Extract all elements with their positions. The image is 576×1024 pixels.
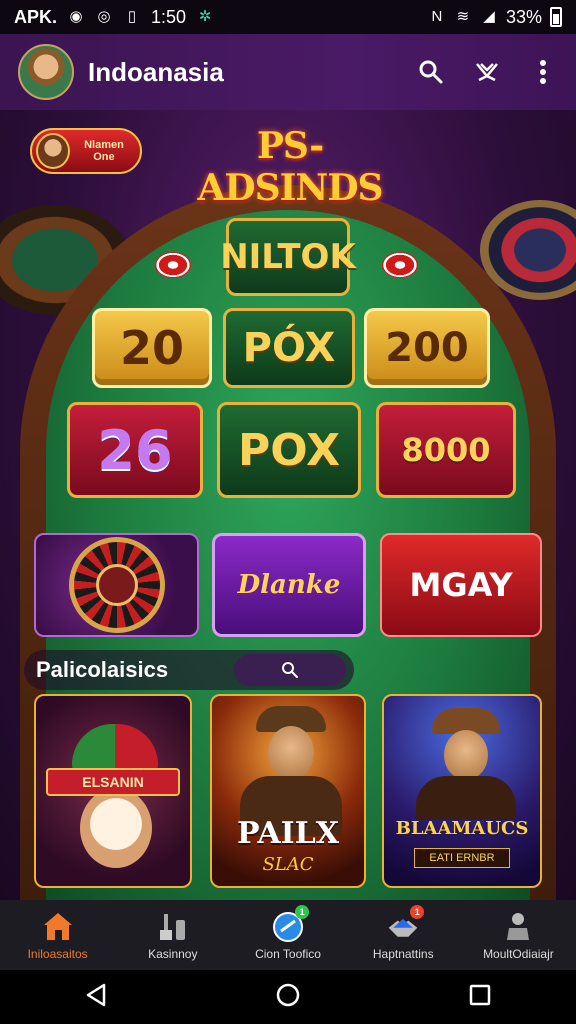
favorite-button[interactable] <box>472 57 502 87</box>
tile-row2-c[interactable]: 8000 <box>376 402 516 498</box>
bottom-nav: Iniloasaitos Kasinnoy 1 Cion Toofico 1 H… <box>0 900 576 970</box>
nav-item-haptnattins[interactable]: 1 Haptnattins <box>346 900 461 970</box>
tile-row1-b[interactable]: PÓX <box>223 308 355 388</box>
circle-icon: ◉ <box>69 8 83 25</box>
promo-roulette[interactable] <box>34 533 199 637</box>
search-icon <box>282 662 298 678</box>
nav-badge: 1 <box>410 905 425 919</box>
game-card[interactable]: BLAAMAUCS EATI ERNBR <box>382 694 542 888</box>
heart-hand-icon <box>476 63 498 82</box>
nav-badge: 1 <box>295 905 309 919</box>
nav-item-cion-toofico[interactable]: 1 Cion Toofico <box>230 900 345 970</box>
cowboy-face <box>444 730 488 780</box>
tile-row2-b[interactable]: POX <box>217 402 361 498</box>
nav-item-multi[interactable]: MoultOdiaiajr <box>461 900 576 970</box>
tile-top[interactable]: NILTOK <box>220 218 356 296</box>
status-time: 1:50 <box>151 6 187 27</box>
section-search[interactable] <box>234 654 346 686</box>
back-button[interactable] <box>84 982 108 1013</box>
game-card[interactable]: PAILX SLAC <box>210 694 366 888</box>
game-card-subtitle: SLAC <box>262 854 314 875</box>
badge-text: Nlamen One <box>76 139 132 163</box>
nav-item-kasinnoy[interactable]: Kasinnoy <box>115 900 230 970</box>
game-card-subtitle: EATI ERNBR <box>414 848 510 868</box>
battery-percent: 33% <box>505 6 542 27</box>
home-button[interactable] <box>275 982 301 1013</box>
game-card[interactable]: ELSANIN <box>34 694 192 888</box>
section-header: Palicolaisics <box>24 650 354 690</box>
dog-character <box>80 788 152 868</box>
at-icon: ◎ <box>97 8 111 25</box>
recents-square-icon <box>470 984 491 1005</box>
search-icon <box>419 60 443 84</box>
badge-line-2: One <box>93 151 115 163</box>
nav-label: Cion Toofico <box>255 947 321 961</box>
handshake-icon: 1 <box>386 905 425 943</box>
globe-icon: 1 <box>271 905 309 943</box>
nav-label: Kasinnoy <box>148 947 198 961</box>
promo-mgay[interactable]: MGAY <box>380 533 542 637</box>
chip-right <box>382 252 418 278</box>
roulette-wheel-icon <box>68 537 165 633</box>
more-button[interactable] <box>528 57 558 87</box>
search-button[interactable] <box>416 57 446 87</box>
cowboy-body <box>416 776 516 820</box>
leaf-icon: ✲ <box>198 8 212 25</box>
nav-label: MoultOdiaiajr <box>483 947 554 961</box>
avatar[interactable] <box>18 44 74 100</box>
promo-mgay-label: MGAY <box>409 566 513 604</box>
jester-hat <box>72 724 158 774</box>
home-icon <box>41 909 75 943</box>
hero-headline: PS-ADSINDS <box>197 125 383 209</box>
nav-label: Haptnattins <box>372 947 434 961</box>
tools-icon <box>156 909 190 943</box>
nav-label: Iniloasaitos <box>27 947 88 961</box>
wifi-icon: ≋ <box>456 8 470 25</box>
recents-button[interactable] <box>468 983 492 1012</box>
section-title: Palicolaisics <box>36 657 169 682</box>
app-title: Indoanasia <box>88 56 224 87</box>
more-vert-icon <box>540 60 546 84</box>
game-card-title: BLAAMAUCS <box>395 818 529 839</box>
chip-left <box>155 252 191 278</box>
promo-dlanke[interactable]: Dlanke <box>212 533 366 637</box>
casino-scene: Nlamen One PS-ADSINDS NILTOK 20 PÓX 200 … <box>0 110 576 900</box>
battery-icon <box>550 7 562 27</box>
signal-icon: ◢ <box>483 8 495 25</box>
back-triangle-icon <box>86 983 105 1006</box>
game-card-title: ELSANIN <box>46 768 180 796</box>
status-bar: APK. ◉ ◎ ▯ 1:50 ✲ N ≋ ◢ 33% <box>0 0 576 34</box>
person-icon <box>501 909 535 943</box>
badge-line-1: Nlamen <box>84 139 124 151</box>
system-nav-bar <box>0 970 576 1024</box>
badge-avatar <box>36 133 70 169</box>
tile-row2-a[interactable]: 26 <box>67 402 203 498</box>
promo-dlanke-label: Dlanke <box>237 570 341 600</box>
tile-row1-c[interactable]: 200 <box>364 308 490 388</box>
nfc-icon: N <box>431 8 443 25</box>
status-left-text: APK. <box>14 6 58 27</box>
screen: APK. ◉ ◎ ▯ 1:50 ✲ N ≋ ◢ 33% Indoanasia N… <box>0 0 576 1024</box>
cowboy-face <box>268 726 314 780</box>
game-card-title: PAILX <box>236 816 340 851</box>
phone-icon: ▯ <box>127 8 137 25</box>
brand-badge[interactable]: Nlamen One <box>30 128 142 174</box>
tile-row1-a[interactable]: 20 <box>92 308 212 388</box>
app-bar: Indoanasia <box>0 34 576 110</box>
home-circle-icon <box>276 983 300 1006</box>
nav-item-home[interactable]: Iniloasaitos <box>0 900 115 970</box>
